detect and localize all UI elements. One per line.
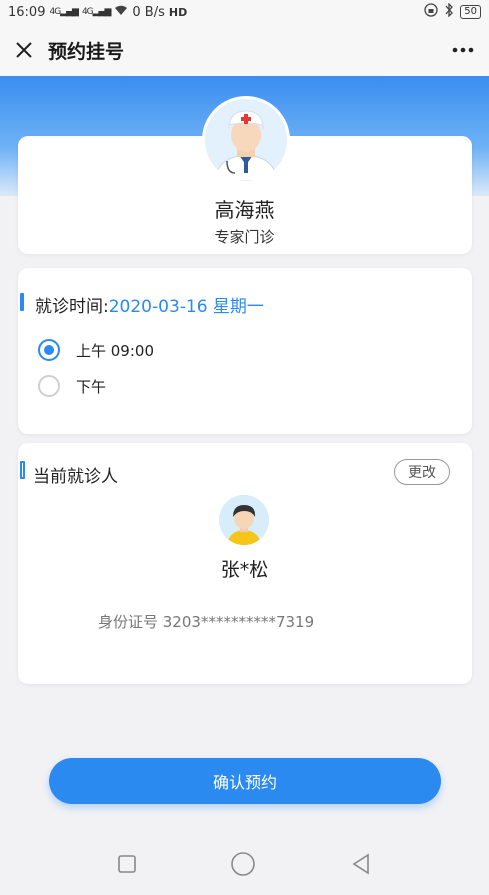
bluetooth-icon <box>444 2 454 21</box>
more-button[interactable] <box>437 24 489 76</box>
close-button[interactable] <box>0 24 48 76</box>
status-bar: 16:09 4G▂▄▆ 4G▂▄▆ 0 B/s HD 50 <box>0 0 489 24</box>
doctor-icon <box>205 99 287 181</box>
system-nav-bar <box>0 836 489 895</box>
section-marker <box>20 293 24 311</box>
nav-bar: 预约挂号 <box>0 24 489 76</box>
radio-unselected-icon[interactable] <box>38 375 60 397</box>
status-time: 16:09 <box>8 4 46 20</box>
section-marker <box>20 461 25 479</box>
time-option-morning[interactable]: 上午 09:00 <box>38 339 154 361</box>
visit-date: 2020-03-16 星期一 <box>108 297 264 317</box>
hd-badge: HD <box>168 5 188 19</box>
battery-indicator: 50 <box>460 5 481 19</box>
patient-heading: 当前就诊人 <box>33 467 118 487</box>
doctor-department: 专家门诊 <box>214 228 275 246</box>
back-button[interactable] <box>350 853 372 879</box>
time-option-afternoon[interactable]: 下午 <box>38 375 106 397</box>
person-icon <box>219 495 269 545</box>
lock-rotation-icon <box>424 3 438 21</box>
network-speed: 0 B/s <box>132 4 165 20</box>
signal-icon: 4G▂▄▆ <box>49 7 78 17</box>
status-left: 16:09 4G▂▄▆ 4G▂▄▆ 0 B/s HD <box>8 4 187 20</box>
square-icon <box>118 854 136 873</box>
close-icon <box>16 42 32 58</box>
visit-time-heading: 就诊时间:2020-03-16 星期一 <box>35 292 264 317</box>
patient-id-number: 身份证号 3203**********7319 <box>98 613 315 631</box>
more-icon <box>452 47 474 53</box>
recent-apps-button[interactable] <box>117 854 137 878</box>
circle-icon <box>231 851 256 876</box>
confirm-booking-button[interactable]: 确认预约 <box>49 758 441 804</box>
triangle-back-icon <box>352 853 369 874</box>
home-button[interactable] <box>230 851 256 881</box>
radio-selected-icon[interactable] <box>38 339 60 361</box>
time-option-label: 下午 <box>76 377 107 396</box>
change-patient-button[interactable]: 更改 <box>394 459 450 485</box>
status-right: 50 <box>424 2 481 21</box>
doctor-name: 高海燕 <box>214 198 275 222</box>
signal-icon-2: 4G▂▄▆ <box>81 7 111 17</box>
time-option-label: 上午 09:00 <box>76 341 154 360</box>
wifi-icon <box>114 4 128 20</box>
patient-name: 张*松 <box>220 559 269 581</box>
page-title: 预约挂号 <box>48 40 125 63</box>
patient-avatar <box>219 495 269 545</box>
doctor-avatar <box>202 96 290 184</box>
visit-time-label: 就诊时间: <box>35 297 109 317</box>
